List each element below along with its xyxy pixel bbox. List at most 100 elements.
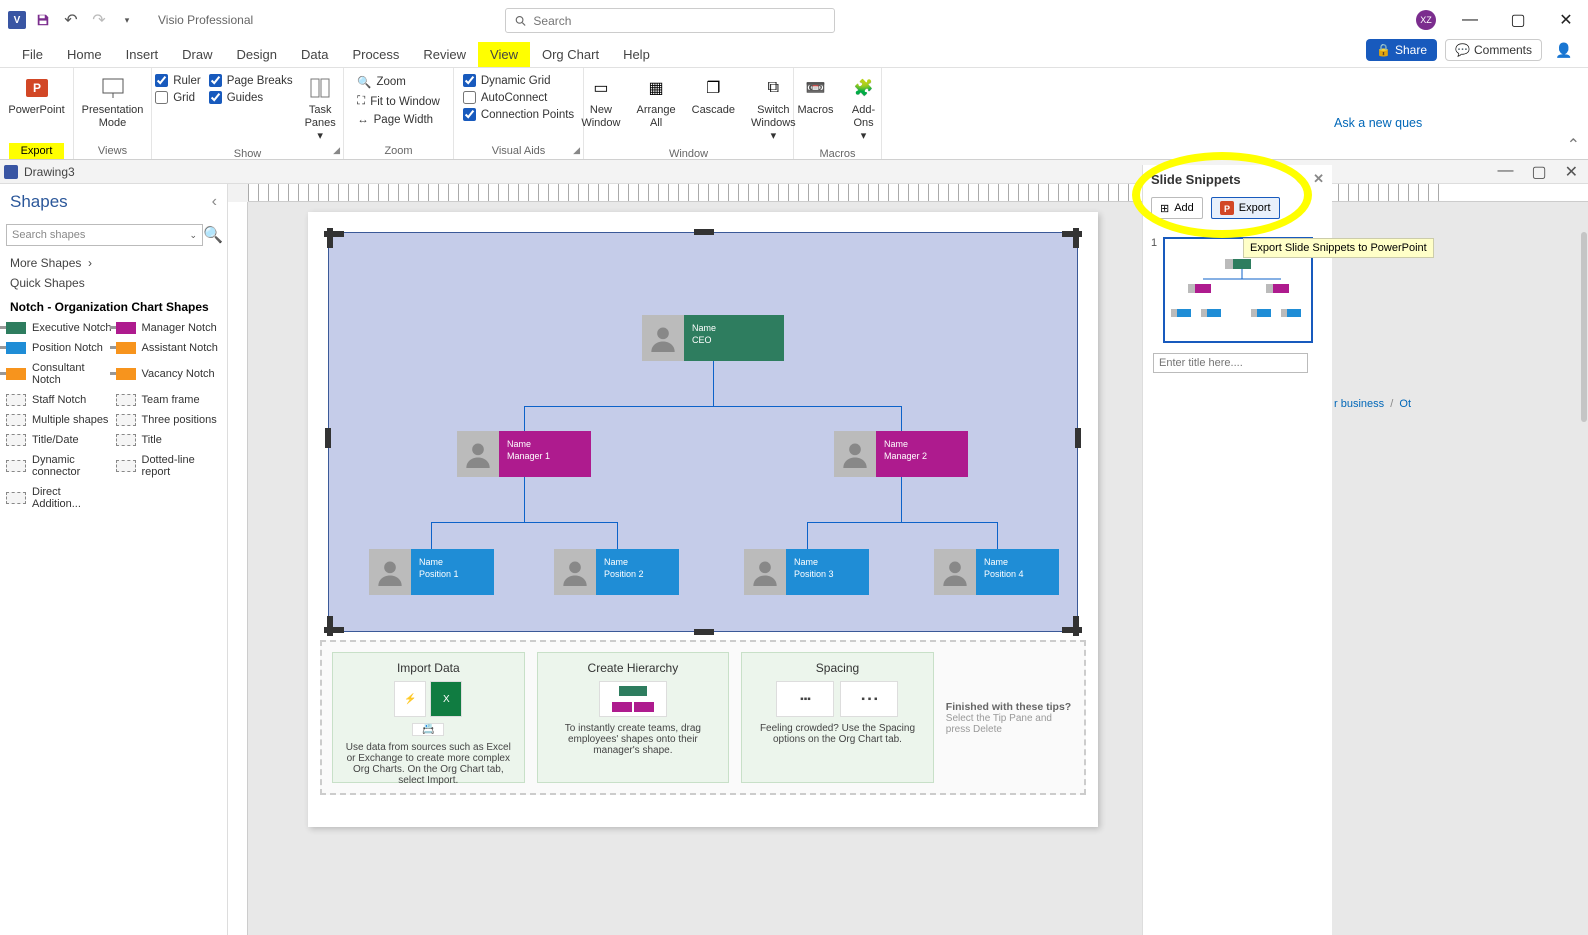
shape-item[interactable]: Executive Notch [6, 322, 112, 334]
person-icon [834, 431, 876, 477]
save-icon[interactable] [32, 9, 54, 31]
dynamic-grid-checkbox[interactable]: Dynamic Grid [463, 74, 574, 87]
tip-spacing: Spacing ▪▪▪▪ ▪ ▪ Feeling crowded? Use th… [741, 652, 934, 783]
tips-finished: Finished with these tips?Select the Tip … [946, 701, 1074, 735]
powerpoint-icon: P [1220, 201, 1234, 215]
close-button[interactable]: ✕ [1552, 6, 1580, 34]
shape-item[interactable]: Dynamic connector [6, 454, 112, 478]
snippets-close-icon[interactable]: ✕ [1313, 171, 1324, 187]
shape-item[interactable]: Vacancy Notch [116, 362, 222, 386]
bg-link-ask[interactable]: Ask a new ques [1334, 116, 1422, 130]
share-button[interactable]: 🔒Share [1366, 39, 1437, 61]
shape-item[interactable]: Consultant Notch [6, 362, 112, 386]
document-name[interactable]: Drawing3 [24, 165, 75, 179]
shape-item[interactable]: Three positions [116, 414, 222, 426]
minimize-button[interactable]: — [1456, 6, 1484, 34]
shape-item[interactable]: Team frame [116, 394, 222, 406]
doc-minimize-button[interactable]: — [1497, 162, 1513, 182]
tab-view[interactable]: View [478, 42, 530, 67]
org-node-manager-2[interactable]: NameManager 2 [834, 431, 968, 477]
shape-item[interactable]: Staff Notch [6, 394, 112, 406]
person-icon [744, 549, 786, 595]
tab-process[interactable]: Process [340, 42, 411, 67]
snippets-add-button[interactable]: ⊞Add [1151, 197, 1203, 219]
tab-orgchart[interactable]: Org Chart [530, 42, 611, 67]
tab-review[interactable]: Review [411, 42, 478, 67]
arrange-all-button[interactable]: ▦Arrange All [632, 72, 679, 132]
search-bar[interactable] [505, 8, 835, 33]
tab-home[interactable]: Home [55, 42, 114, 67]
tab-insert[interactable]: Insert [114, 42, 171, 67]
vertical-scrollbar[interactable] [1581, 232, 1587, 422]
app-title: Visio Professional [158, 13, 253, 27]
canvas-area[interactable]: NameCEO NameManager 1 NameManager 2 Name… [228, 184, 1588, 935]
task-panes-button[interactable]: Task Panes ▾ [301, 72, 340, 146]
shapes-search-icon[interactable]: 🔍 [203, 225, 221, 245]
fit-window-button[interactable]: ⛶Fit to Window [357, 94, 440, 109]
doc-close-button[interactable]: ✕ [1565, 162, 1578, 182]
tips-panel[interactable]: Import Data ⚡X 📇 Use data from sources s… [320, 640, 1086, 795]
visualaids-launcher-icon[interactable]: ◢ [573, 145, 580, 156]
org-node-position-1[interactable]: NamePosition 1 [369, 549, 494, 595]
doc-maximize-button[interactable]: ▢ [1531, 162, 1546, 182]
shape-item[interactable]: Title/Date [6, 434, 112, 446]
cascade-button[interactable]: ❐Cascade [688, 72, 739, 119]
shape-item[interactable]: Manager Notch [116, 322, 222, 334]
shape-item[interactable]: Assistant Notch [116, 342, 222, 354]
page-width-button[interactable]: ↔Page Width [357, 113, 440, 127]
guides-checkbox[interactable]: Guides [209, 91, 293, 104]
tab-file[interactable]: File [10, 42, 55, 67]
tab-draw[interactable]: Draw [170, 42, 224, 67]
search-input[interactable] [527, 14, 826, 28]
pagewidth-icon: ↔ [357, 114, 369, 126]
pagebreaks-checkbox[interactable]: Page Breaks [209, 74, 293, 87]
shape-item[interactable]: Title [116, 434, 222, 446]
switch-windows-button[interactable]: ⧉Switch Windows ▾ [747, 72, 800, 146]
maximize-button[interactable]: ▢ [1504, 6, 1532, 34]
ribbon-group-export-label: Export [9, 143, 65, 159]
tab-help[interactable]: Help [611, 42, 662, 67]
shapes-search-input[interactable]: Search shapes⌄ [6, 224, 203, 246]
user-avatar[interactable]: XZ [1416, 10, 1436, 30]
snippets-collapse-icon[interactable]: ⌄ [1294, 171, 1305, 187]
connection-points-checkbox[interactable]: Connection Points [463, 108, 574, 121]
page[interactable]: NameCEO NameManager 1 NameManager 2 Name… [308, 212, 1098, 827]
export-tooltip: Export Slide Snippets to PowerPoint [1243, 238, 1434, 258]
ribbon-collapse-icon[interactable]: ⌃ [1567, 135, 1580, 155]
shape-item[interactable]: Multiple shapes [6, 414, 112, 426]
shape-item[interactable]: Direct Addition... [6, 486, 112, 510]
selection-area[interactable]: NameCEO NameManager 1 NameManager 2 Name… [328, 232, 1078, 632]
org-node-position-4[interactable]: NamePosition 4 [934, 549, 1059, 595]
powerpoint-button[interactable]: P PowerPoint [4, 72, 68, 119]
undo-icon[interactable]: ↶ [60, 9, 82, 31]
more-shapes-link[interactable]: More Shapes › [10, 256, 217, 270]
presentation-mode-button[interactable]: Presentation Mode [78, 72, 148, 132]
ruler-checkbox[interactable]: Ruler [155, 74, 200, 87]
ribbon-options-icon[interactable]: 👤 [1550, 36, 1578, 64]
org-node-position-2[interactable]: NamePosition 2 [554, 549, 679, 595]
shapes-category-current[interactable]: Notch - Organization Chart Shapes [0, 296, 227, 318]
snippet-title-input[interactable] [1153, 353, 1308, 373]
comments-button[interactable]: 💬Comments [1445, 39, 1542, 61]
org-node-manager-1[interactable]: NameManager 1 [457, 431, 591, 477]
quick-shapes-link[interactable]: Quick Shapes [10, 276, 217, 290]
macros-button[interactable]: 📼Macros [793, 72, 837, 119]
shape-item[interactable]: Position Notch [6, 342, 112, 354]
grid-checkbox[interactable]: Grid [155, 91, 200, 104]
show-launcher-icon[interactable]: ◢ [333, 145, 340, 156]
org-node-position-3[interactable]: NamePosition 3 [744, 549, 869, 595]
snippets-export-button[interactable]: PExport [1211, 197, 1280, 219]
shapes-collapse-icon[interactable]: ‹ [212, 193, 217, 211]
person-icon [457, 431, 499, 477]
tab-design[interactable]: Design [225, 42, 289, 67]
org-node-ceo[interactable]: NameCEO [642, 315, 784, 361]
redo-icon[interactable]: ↷ [88, 9, 110, 31]
new-window-button[interactable]: ▭New Window [577, 72, 624, 132]
addons-button[interactable]: 🧩Add-Ons ▾ [846, 72, 882, 146]
zoom-button[interactable]: 🔍Zoom [357, 74, 440, 90]
autoconnect-checkbox[interactable]: AutoConnect [463, 91, 574, 104]
tab-data[interactable]: Data [289, 42, 340, 67]
qa-customize-icon[interactable]: ▾ [116, 9, 138, 31]
tip-import-data: Import Data ⚡X 📇 Use data from sources s… [332, 652, 525, 783]
shape-item[interactable]: Dotted-line report [116, 454, 222, 478]
